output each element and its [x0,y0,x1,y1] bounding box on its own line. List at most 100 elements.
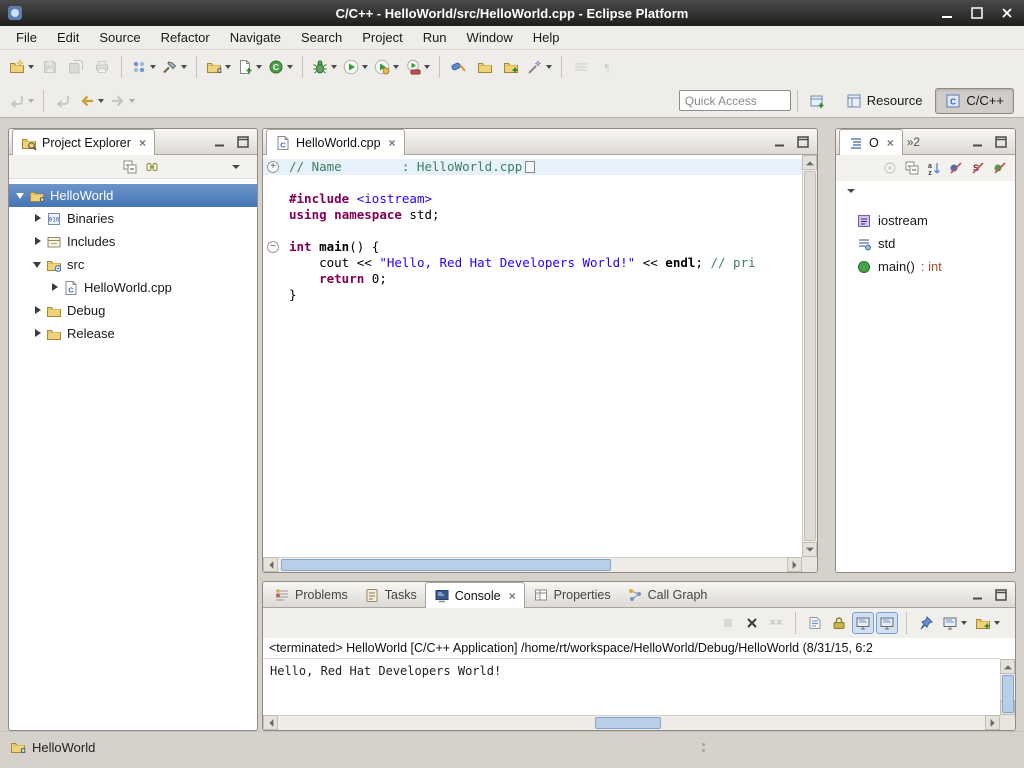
hide-static-button[interactable]: S [967,157,989,179]
tab-outline[interactable]: O × [839,129,903,155]
profile-dropdown-icon[interactable] [393,65,399,69]
code-line[interactable]: +// Name : HelloWorld.cpp [263,159,802,175]
maximize-view-icon[interactable] [993,587,1009,603]
display-selected-console-button[interactable] [939,612,970,634]
search-button[interactable] [446,54,472,80]
new-class-button[interactable]: C [265,54,296,80]
close-tab-icon[interactable]: × [139,136,146,150]
external-tools-dropdown-icon[interactable] [424,65,430,69]
pin-console-button[interactable] [915,612,937,634]
menu-item-edit[interactable]: Edit [47,27,89,48]
maximize-view-icon[interactable] [235,134,251,150]
code-line[interactable] [263,175,802,191]
profile-button[interactable] [371,54,402,80]
view-menu-button[interactable] [225,156,247,178]
open-task-button[interactable] [128,54,159,80]
forward-dropdown-icon[interactable] [129,99,135,103]
link-with-editor-button[interactable] [141,156,163,178]
show-stderr-toggle-button[interactable] [876,612,898,634]
menu-item-source[interactable]: Source [89,27,150,48]
perspective-c-c-button[interactable]: CC/C++ [935,88,1014,114]
hide-non-public-button[interactable] [989,157,1011,179]
outline-item-iostream[interactable]: iostream [836,209,1015,232]
menu-item-refactor[interactable]: Refactor [151,27,220,48]
new-cpp-project-button[interactable]: C [203,54,234,80]
open-resource-button[interactable] [472,54,498,80]
collapse-arrow-icon[interactable] [32,259,43,270]
menu-item-run[interactable]: Run [413,27,457,48]
perspective-resource-button[interactable]: Resource [836,88,933,114]
tree-item-helloworld[interactable]: CHelloWorld [9,184,257,207]
tab-problems[interactable]: Problems [266,582,356,607]
annotate-dropdown-icon[interactable] [546,65,552,69]
minimize-view-icon[interactable] [772,134,788,150]
scrollbar-thumb[interactable] [595,717,661,729]
scroll-up-icon[interactable] [802,155,817,170]
tree-item-debug[interactable]: Debug [9,299,257,322]
tab-console[interactable]: Console× [425,582,525,608]
tree-item-includes[interactable]: Includes [9,230,257,253]
scroll-right-icon[interactable] [787,557,802,572]
editor-vertical-scrollbar[interactable] [802,155,817,557]
menu-item-search[interactable]: Search [291,27,352,48]
tab-call-graph[interactable]: Call Graph [619,582,716,607]
scroll-up-icon[interactable] [1000,659,1015,674]
code-editor[interactable]: +// Name : HelloWorld.cpp #include <iostr… [263,155,802,557]
code-line[interactable]: return 0; [263,271,802,287]
code-line[interactable]: −int main() { [263,239,802,255]
new-button[interactable] [6,54,37,80]
back-dropdown-icon[interactable] [98,99,104,103]
console-vertical-scrollbar[interactable] [1000,659,1015,715]
menu-item-file[interactable]: File [6,27,47,48]
tab-project-explorer[interactable]: Project Explorer × [12,129,155,155]
expand-arrow-icon[interactable] [32,213,43,224]
collapse-arrow-icon[interactable] [15,190,26,201]
collapse-all-button[interactable] [901,157,923,179]
scroll-down-icon[interactable] [802,542,817,557]
debug-button[interactable] [309,54,340,80]
expand-arrow-icon[interactable] [32,328,43,339]
fold-plus-icon[interactable]: + [267,161,279,173]
quick-access-input[interactable] [679,90,791,111]
new-class-dropdown-icon[interactable] [287,65,293,69]
new-dropdown-icon[interactable] [28,65,34,69]
maximize-view-icon[interactable] [993,134,1009,150]
new-source-file-dropdown-icon[interactable] [256,65,262,69]
tab-tasks[interactable]: Tasks [356,582,425,607]
tree-item-src[interactable]: src [9,253,257,276]
display-selected-console-dropdown-icon[interactable] [961,621,967,625]
run-dropdown-icon[interactable] [362,65,368,69]
code-line[interactable]: #include <iostream> [263,191,802,207]
menu-item-help[interactable]: Help [523,27,570,48]
console-horizontal-scrollbar[interactable] [263,715,1000,730]
code-line[interactable]: cout << "Hello, Red Hat Developers World… [263,255,802,271]
close-tab-icon[interactable]: × [509,589,516,603]
maximize-window-button[interactable] [968,4,986,22]
scrollbar-thumb[interactable] [281,559,611,571]
code-line[interactable] [263,223,802,239]
menu-item-project[interactable]: Project [352,27,412,48]
new-folder-button[interactable] [498,54,524,80]
minimize-view-icon[interactable] [970,134,986,150]
minimize-view-icon[interactable] [212,134,228,150]
minimize-view-icon[interactable] [970,587,986,603]
open-console-button[interactable] [972,612,1003,634]
view-menu-button[interactable] [840,180,862,202]
open-task-dropdown-icon[interactable] [150,65,156,69]
sort-button[interactable]: az [923,157,945,179]
scrollbar-thumb[interactable] [1002,675,1014,713]
scroll-lock-button[interactable] [828,612,850,634]
tab-properties[interactable]: Properties [525,582,619,607]
collapse-all-button[interactable] [119,156,141,178]
run-button[interactable] [340,54,371,80]
build-all-button[interactable] [159,54,190,80]
close-tab-icon[interactable]: × [389,136,396,150]
remove-launch-button[interactable] [741,612,763,634]
scrollbar-thumb[interactable] [804,171,816,541]
external-tools-button[interactable] [402,54,433,80]
build-all-dropdown-icon[interactable] [181,65,187,69]
show-stdout-toggle-button[interactable] [852,612,874,634]
new-source-file-button[interactable] [234,54,265,80]
tree-item-binaries[interactable]: 010Binaries [9,207,257,230]
tree-item-release[interactable]: Release [9,322,257,345]
